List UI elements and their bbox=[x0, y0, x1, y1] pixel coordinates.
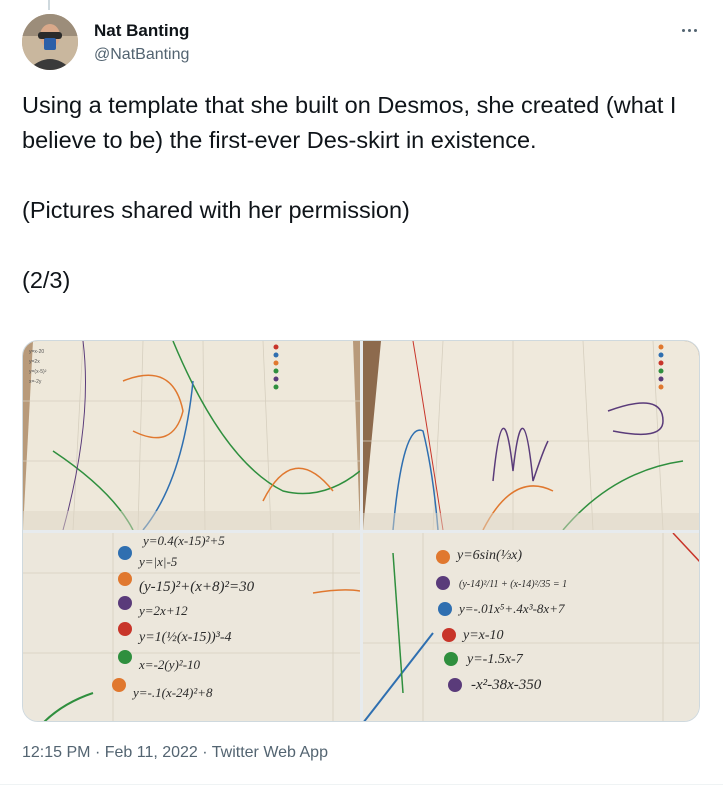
svg-text:y=2x: y=2x bbox=[29, 359, 40, 365]
equation-label: (y-14)²/11 + (x-14)²/35 = 1 bbox=[459, 579, 567, 590]
more-options-button[interactable] bbox=[673, 16, 705, 44]
photo-equations-left[interactable]: y=0.4(x-15)²+5 y=|x|-5 (y-15)²+(x+8)²=30… bbox=[23, 533, 360, 721]
tweet-time-link[interactable]: 12:15 PM · Feb 11, 2022 bbox=[22, 744, 198, 761]
tweet-date: Feb 11, 2022 bbox=[104, 744, 198, 761]
svg-text:x=-2y: x=-2y bbox=[29, 379, 42, 385]
photo-equations-right[interactable]: y=6sin(⅓x) (y-14)²/11 + (x-14)²/35 = 1 y… bbox=[363, 533, 699, 721]
equation-label: y=x-10 bbox=[461, 628, 504, 643]
tweet-metadata: 12:15 PM · Feb 11, 2022 · Twitter Web Ap… bbox=[22, 744, 328, 761]
equation-label: y=1(½(x-15))³-4 bbox=[137, 630, 232, 645]
tweet-paragraph: Using a template that she built on Desmo… bbox=[22, 92, 683, 153]
equation-label: y=-.01x⁵+.4x³-8x+7 bbox=[457, 601, 565, 616]
author-handle[interactable]: @NatBanting bbox=[94, 44, 189, 66]
svg-text:y=x-20: y=x-20 bbox=[29, 349, 44, 355]
tweet-source-link[interactable]: Twitter Web App bbox=[212, 744, 328, 761]
photo-skirt-back[interactable] bbox=[363, 341, 699, 530]
equation-label: y=6sin(⅓x) bbox=[455, 548, 522, 563]
tweet-header: Nat Banting @NatBanting bbox=[22, 14, 701, 74]
divider bbox=[0, 784, 723, 785]
equation-label: (y-15)²+(x+8)²=30 bbox=[139, 579, 255, 595]
thread-connector-line bbox=[48, 0, 50, 10]
tweet-paragraph: (Pictures shared with her permission) bbox=[22, 197, 410, 223]
equation-label: -x²-38x-350 bbox=[471, 677, 542, 693]
svg-text:y=(x-5)²: y=(x-5)² bbox=[29, 369, 47, 375]
equation-label: x=-2(y)²-10 bbox=[138, 657, 201, 672]
equation-label: y=-.1(x-24)²+8 bbox=[131, 685, 213, 700]
equation-label: y=-1.5x-7 bbox=[465, 652, 524, 667]
equation-label: y=0.4(x-15)²+5 bbox=[141, 533, 225, 548]
author-name[interactable]: Nat Banting bbox=[94, 20, 189, 42]
tweet-time: 12:15 PM bbox=[22, 744, 91, 761]
more-horizontal-icon bbox=[681, 28, 685, 32]
media-grid: y=x-20 y=2x y=(x-5)² x=-2y y=0.4(x-15)²+… bbox=[22, 340, 700, 722]
tweet-text: Using a template that she built on Desmo… bbox=[22, 88, 702, 298]
avatar[interactable] bbox=[22, 14, 78, 70]
photo-skirt-front[interactable]: y=x-20 y=2x y=(x-5)² x=-2y bbox=[23, 341, 360, 530]
equation-label: y=2x+12 bbox=[137, 603, 188, 618]
equation-label: y=|x|-5 bbox=[137, 554, 178, 569]
tweet-paragraph: (2/3) bbox=[22, 267, 71, 293]
